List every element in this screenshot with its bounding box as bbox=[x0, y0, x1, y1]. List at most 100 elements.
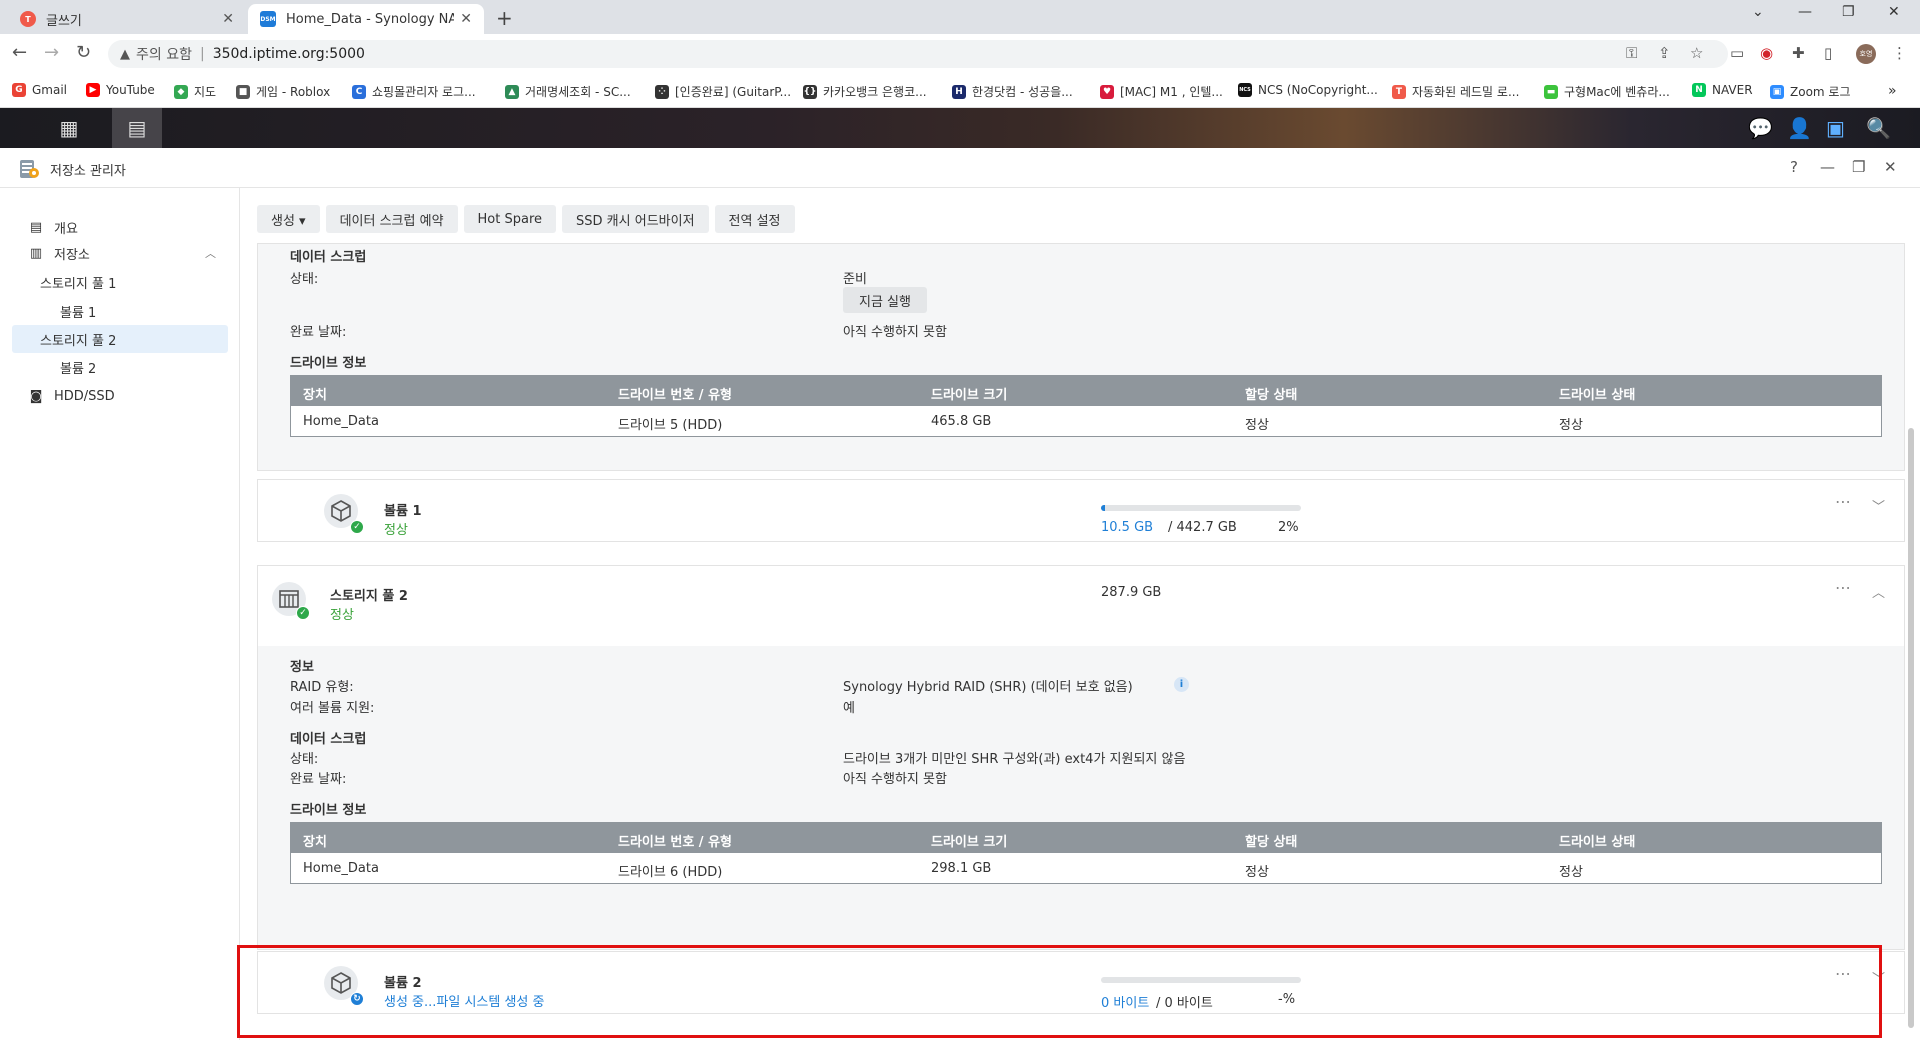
hot-spare-button[interactable]: Hot Spare bbox=[463, 205, 557, 233]
profile-avatar[interactable]: 호영 bbox=[1856, 44, 1876, 64]
sidebar-item-overview[interactable]: ▤ 개요 bbox=[12, 213, 228, 241]
bookmarks-bar: » G Gmail ▶ YouTube ◆ 지도 ■ 게임 - Roblox C 쇼핑몰관리자 로… bbox=[0, 74, 1920, 108]
global-settings-button[interactable]: 전역 설정 bbox=[714, 205, 795, 233]
storage-manager-taskbar-icon[interactable]: ▤ bbox=[112, 108, 162, 148]
pool-status: 정상 bbox=[330, 608, 354, 623]
sidebar-item-volume-2[interactable]: 볼륨 2 bbox=[12, 353, 228, 381]
volume-1-row[interactable]: ✓ 볼륨 1 정상 10.5 GB / 442.7 GB 2% ⋯ ﹀ bbox=[257, 479, 1905, 542]
kebab-menu-icon[interactable]: ⋮ bbox=[1892, 44, 1907, 62]
tab-search-chevron-icon[interactable]: ⌄ bbox=[1752, 4, 1764, 20]
minimize-window-icon[interactable]: — bbox=[1798, 4, 1812, 20]
bookmark-item[interactable]: ◆ 지도 bbox=[174, 83, 216, 100]
minimize-icon[interactable]: — bbox=[1820, 158, 1835, 176]
puzzle-extensions-icon[interactable]: ✚ bbox=[1792, 44, 1805, 62]
tab-close-icon[interactable]: ✕ bbox=[222, 11, 234, 27]
bookmark-item[interactable]: H 한경닷컴 - 성공을... bbox=[952, 83, 1073, 100]
url-omnibox[interactable]: ▲ 주의 요함 | 350d.iptime.org:5000 bbox=[108, 40, 1728, 68]
dsm-taskbar: ▦ ▤ 💬 👤 ▣ 🔍 bbox=[0, 108, 1920, 148]
bookmark-item[interactable]: N NAVER bbox=[1692, 83, 1753, 97]
chevron-down-icon[interactable]: ﹀ bbox=[1872, 968, 1885, 987]
bookmark-item[interactable]: C 쇼핑몰관리자 로그... bbox=[352, 83, 476, 100]
total-size: / 442.7 GB bbox=[1168, 520, 1237, 535]
bookmark-item[interactable]: ▶ YouTube bbox=[86, 83, 155, 97]
run-now-button[interactable]: 지금 실행 bbox=[843, 287, 927, 313]
more-options-icon[interactable]: ⋯ bbox=[1835, 964, 1852, 983]
bookmark-item[interactable]: T 자동화된 레드밀 로... bbox=[1392, 83, 1519, 100]
bookmark-item[interactable]: ▣ Zoom 로그 bbox=[1770, 83, 1851, 100]
search-icon[interactable]: 🔍 bbox=[1866, 116, 1891, 140]
bookmark-item[interactable]: G Gmail bbox=[12, 83, 67, 97]
drive-info-header: 드라이브 정보 bbox=[290, 356, 367, 371]
back-arrow-icon[interactable]: ← bbox=[12, 42, 27, 63]
maximize-icon[interactable]: ❐ bbox=[1852, 158, 1865, 176]
column-header: 드라이브 번호 / 유형 bbox=[618, 835, 733, 850]
bookmark-item[interactable]: ▲ 거래명세조회 - SC... bbox=[505, 83, 631, 100]
tab-write[interactable]: T 글쓰기 ✕ bbox=[8, 4, 246, 34]
volume-name: 볼륨 1 bbox=[384, 504, 422, 519]
forward-arrow-icon[interactable]: → bbox=[44, 42, 59, 63]
bookmark-item[interactable]: {} 카카오뱅크 은행코... bbox=[803, 83, 927, 100]
close-icon[interactable]: ✕ bbox=[1884, 158, 1897, 176]
bookmark-label: 구형Mac에 벤츄라... bbox=[1564, 85, 1670, 99]
table-row[interactable]: Home_Data 드라이브 5 (HDD) 465.8 GB 정상 정상 bbox=[291, 406, 1881, 436]
tab-title: Home_Data - Synology NAS bbox=[286, 11, 455, 27]
bookmark-item[interactable]: ■ 게임 - Roblox bbox=[236, 83, 330, 100]
url-text[interactable]: 350d.iptime.org:5000 bbox=[213, 46, 365, 62]
more-options-icon[interactable]: ⋯ bbox=[1835, 578, 1852, 597]
storage-pool-2-header[interactable]: ✓ 스토리지 풀 2 정상 287.9 GB ⋯ ︿ bbox=[258, 566, 1904, 646]
scrub-section-header: 데이터 스크럽 bbox=[290, 732, 367, 747]
schedule-scrub-button[interactable]: 데이터 스크럽 예약 bbox=[325, 205, 458, 233]
tab-synology[interactable]: DSM Home_Data - Synology NAS ✕ bbox=[248, 4, 484, 34]
cast-icon[interactable]: ▭ bbox=[1730, 44, 1744, 62]
user-icon[interactable]: 👤 bbox=[1787, 116, 1812, 140]
sidebar-item-hdd-ssd[interactable]: ◙ HDD/SSD bbox=[12, 382, 228, 410]
bookmark-label: NAVER bbox=[1712, 83, 1753, 97]
side-panel-icon[interactable]: ▯ bbox=[1824, 44, 1832, 62]
bookmark-item[interactable]: ⁘ [인증완료] (GuitarP... bbox=[655, 83, 791, 100]
bookmarks-more-icon[interactable]: » bbox=[1888, 83, 1897, 99]
column-header: 드라이브 번호 / 유형 bbox=[618, 388, 733, 403]
scrub-status-label: 상태: bbox=[290, 272, 319, 287]
main-menu-grid-icon[interactable]: ▦ bbox=[44, 108, 94, 148]
bookmark-label: 자동화된 레드밀 로... bbox=[1412, 85, 1520, 99]
new-tab-button[interactable]: + bbox=[496, 6, 513, 30]
ssd-cache-advisor-button[interactable]: SSD 캐시 어드바이저 bbox=[562, 205, 709, 233]
more-options-icon[interactable]: ⋯ bbox=[1835, 492, 1852, 511]
chevron-up-icon[interactable]: ︿ bbox=[1872, 582, 1885, 601]
usage-percent: -% bbox=[1278, 992, 1296, 1007]
bookmark-item[interactable]: ▬ 구형Mac에 벤츄라... bbox=[1544, 83, 1670, 100]
hdd-icon: ◙ bbox=[29, 388, 43, 404]
bookmark-item[interactable]: ♥ [MAC] M1 , 인텔... bbox=[1100, 83, 1223, 100]
volume-usage-bar bbox=[1101, 505, 1301, 511]
bookmark-label: 게임 - Roblox bbox=[256, 85, 331, 99]
widgets-icon[interactable]: ▣ bbox=[1826, 116, 1845, 140]
vertical-scrollbar[interactable] bbox=[1908, 428, 1914, 1028]
chevron-down-icon[interactable]: ﹀ bbox=[1872, 496, 1885, 515]
tab-close-icon[interactable]: ✕ bbox=[460, 11, 472, 27]
volume-status: 생성 중...파일 시스템 생성 중 bbox=[384, 995, 545, 1010]
share-icon[interactable]: ⇪ bbox=[1658, 44, 1671, 62]
info-icon[interactable]: i bbox=[1174, 677, 1189, 692]
sidebar-item-storage[interactable]: ▥ 저장소 ︿ bbox=[12, 239, 228, 267]
restore-window-icon[interactable]: ❐ bbox=[1842, 4, 1855, 20]
notification-chat-icon[interactable]: 💬 bbox=[1748, 116, 1773, 140]
table-cell: 정상 bbox=[1245, 865, 1269, 880]
chevron-up-icon[interactable]: ︿ bbox=[205, 245, 216, 261]
table-row[interactable]: Home_Data 드라이브 6 (HDD) 298.1 GB 정상 정상 bbox=[291, 853, 1881, 883]
help-icon[interactable]: ? bbox=[1790, 158, 1798, 176]
bookmark-item[interactable]: NCS NCS (NoCopyright... bbox=[1238, 83, 1378, 97]
volume-2-row[interactable]: ↻ 볼륨 2 생성 중...파일 시스템 생성 중 0 바이트 / 0 바이트 … bbox=[257, 951, 1905, 1014]
key-icon[interactable]: ⚿ bbox=[1626, 44, 1637, 62]
sidebar-item-volume-1[interactable]: 볼륨 1 bbox=[12, 297, 228, 325]
opera-extension-icon[interactable]: ◉ bbox=[1760, 44, 1773, 62]
sidebar-item-storage-pool-1[interactable]: 스토리지 풀 1 bbox=[12, 268, 228, 296]
table-cell: 정상 bbox=[1559, 865, 1583, 880]
dsm-favicon-icon: DSM bbox=[260, 11, 276, 27]
star-bookmark-icon[interactable]: ☆ bbox=[1690, 44, 1703, 62]
security-label[interactable]: 주의 요함 bbox=[136, 44, 192, 64]
close-window-icon[interactable]: ✕ bbox=[1888, 4, 1900, 20]
bookmark-favicon-icon: NCS bbox=[1238, 83, 1252, 97]
create-dropdown-button[interactable]: 생성 ▾ bbox=[257, 205, 320, 233]
reload-icon[interactable]: ↻ bbox=[76, 42, 91, 63]
sidebar-item-storage-pool-2[interactable]: 스토리지 풀 2 bbox=[12, 325, 228, 353]
